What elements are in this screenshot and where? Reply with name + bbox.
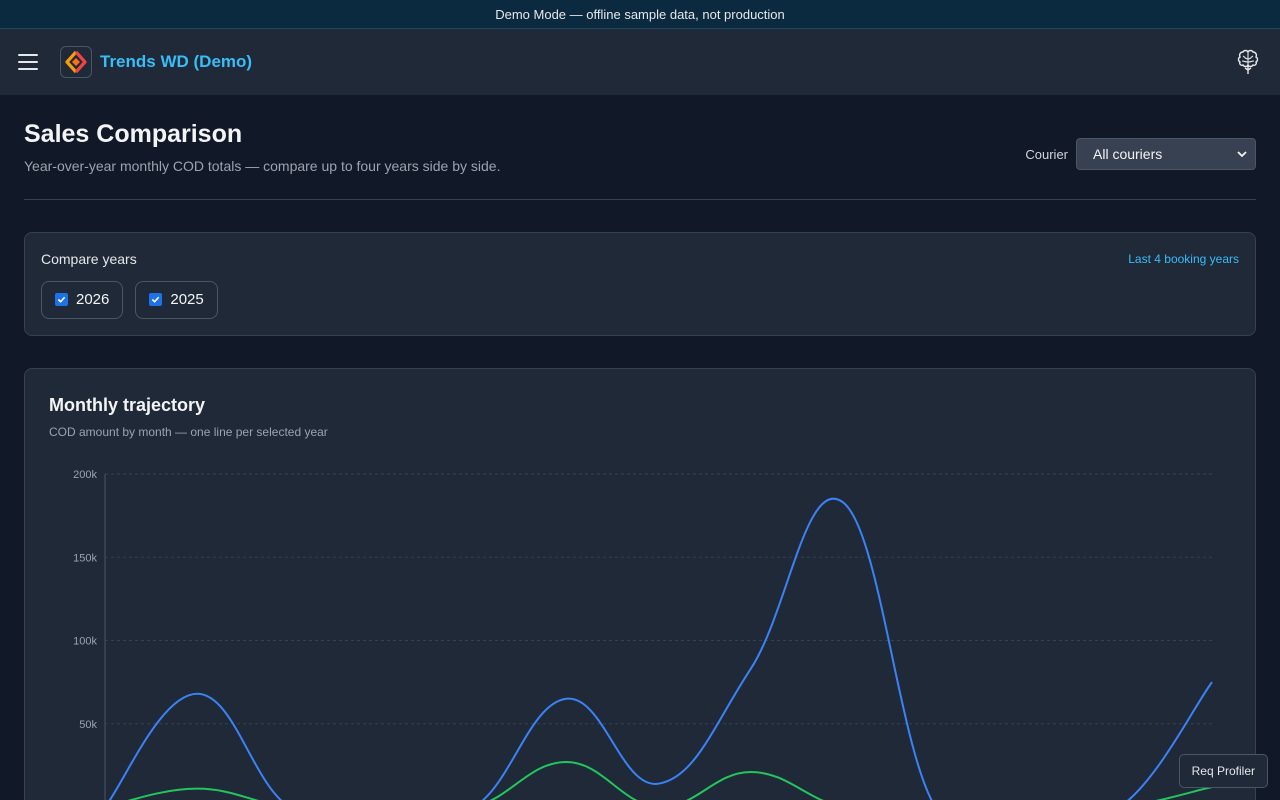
compare-years-card: Compare years Last 4 booking years 2026 … [24, 231, 1256, 336]
app-logo[interactable] [60, 45, 92, 78]
main-content: Sales Comparison Year-over-year monthly … [0, 95, 1280, 800]
page-header: Sales Comparison Year-over-year monthly … [24, 120, 1256, 200]
year-label: 2025 [170, 291, 204, 308]
year-checkbox[interactable] [149, 293, 163, 306]
courier-filter: Courier All couriers [1025, 138, 1256, 170]
line-chart: 200k 150k 100k 50k [73, 469, 1213, 800]
year-checkbox[interactable] [55, 293, 68, 306]
page-title: Sales Comparison [24, 120, 243, 148]
courier-select[interactable]: All couriers [1076, 138, 1256, 170]
year-label: 2026 [76, 291, 110, 308]
page-subtitle: Year-over-year monthly COD totals — comp… [24, 157, 501, 174]
last-4-years-link[interactable]: Last 4 booking years [1128, 252, 1239, 266]
app-logo-icon [65, 50, 87, 73]
chevron-down-icon [1237, 151, 1247, 158]
year-chip-list: 2026 2025 [41, 280, 1239, 319]
y-tick-label: 100k [73, 635, 97, 647]
checkmark-icon [152, 296, 160, 303]
compare-years-title: Compare years [41, 250, 137, 267]
year-chip-2025[interactable]: 2025 [135, 280, 218, 319]
y-tick-label: 50k [79, 718, 97, 730]
monthly-trajectory-card: Monthly trajectory COD amount by month —… [24, 367, 1256, 800]
courier-select-value: All couriers [1093, 146, 1163, 162]
demo-mode-banner: Demo Mode — offline sample data, not pro… [0, 0, 1280, 29]
year-chip-2026[interactable]: 2026 [41, 280, 124, 319]
checkmark-icon [57, 296, 66, 303]
demo-banner-text: Demo Mode — offline sample data, not pro… [495, 6, 785, 22]
courier-label: Courier [1025, 146, 1068, 162]
brain-icon[interactable] [1236, 48, 1260, 76]
app-title[interactable]: Trends WD (Demo) [100, 52, 252, 72]
menu-icon[interactable] [18, 53, 38, 70]
req-profiler-button[interactable]: Req Profiler [1178, 754, 1268, 788]
series-line-1 [125, 760, 1213, 800]
series-line-0 [108, 497, 1213, 800]
y-tick-label: 200k [73, 469, 97, 481]
top-navigation-bar: Trends WD (Demo) [0, 29, 1280, 95]
y-tick-label: 150k [73, 552, 97, 564]
